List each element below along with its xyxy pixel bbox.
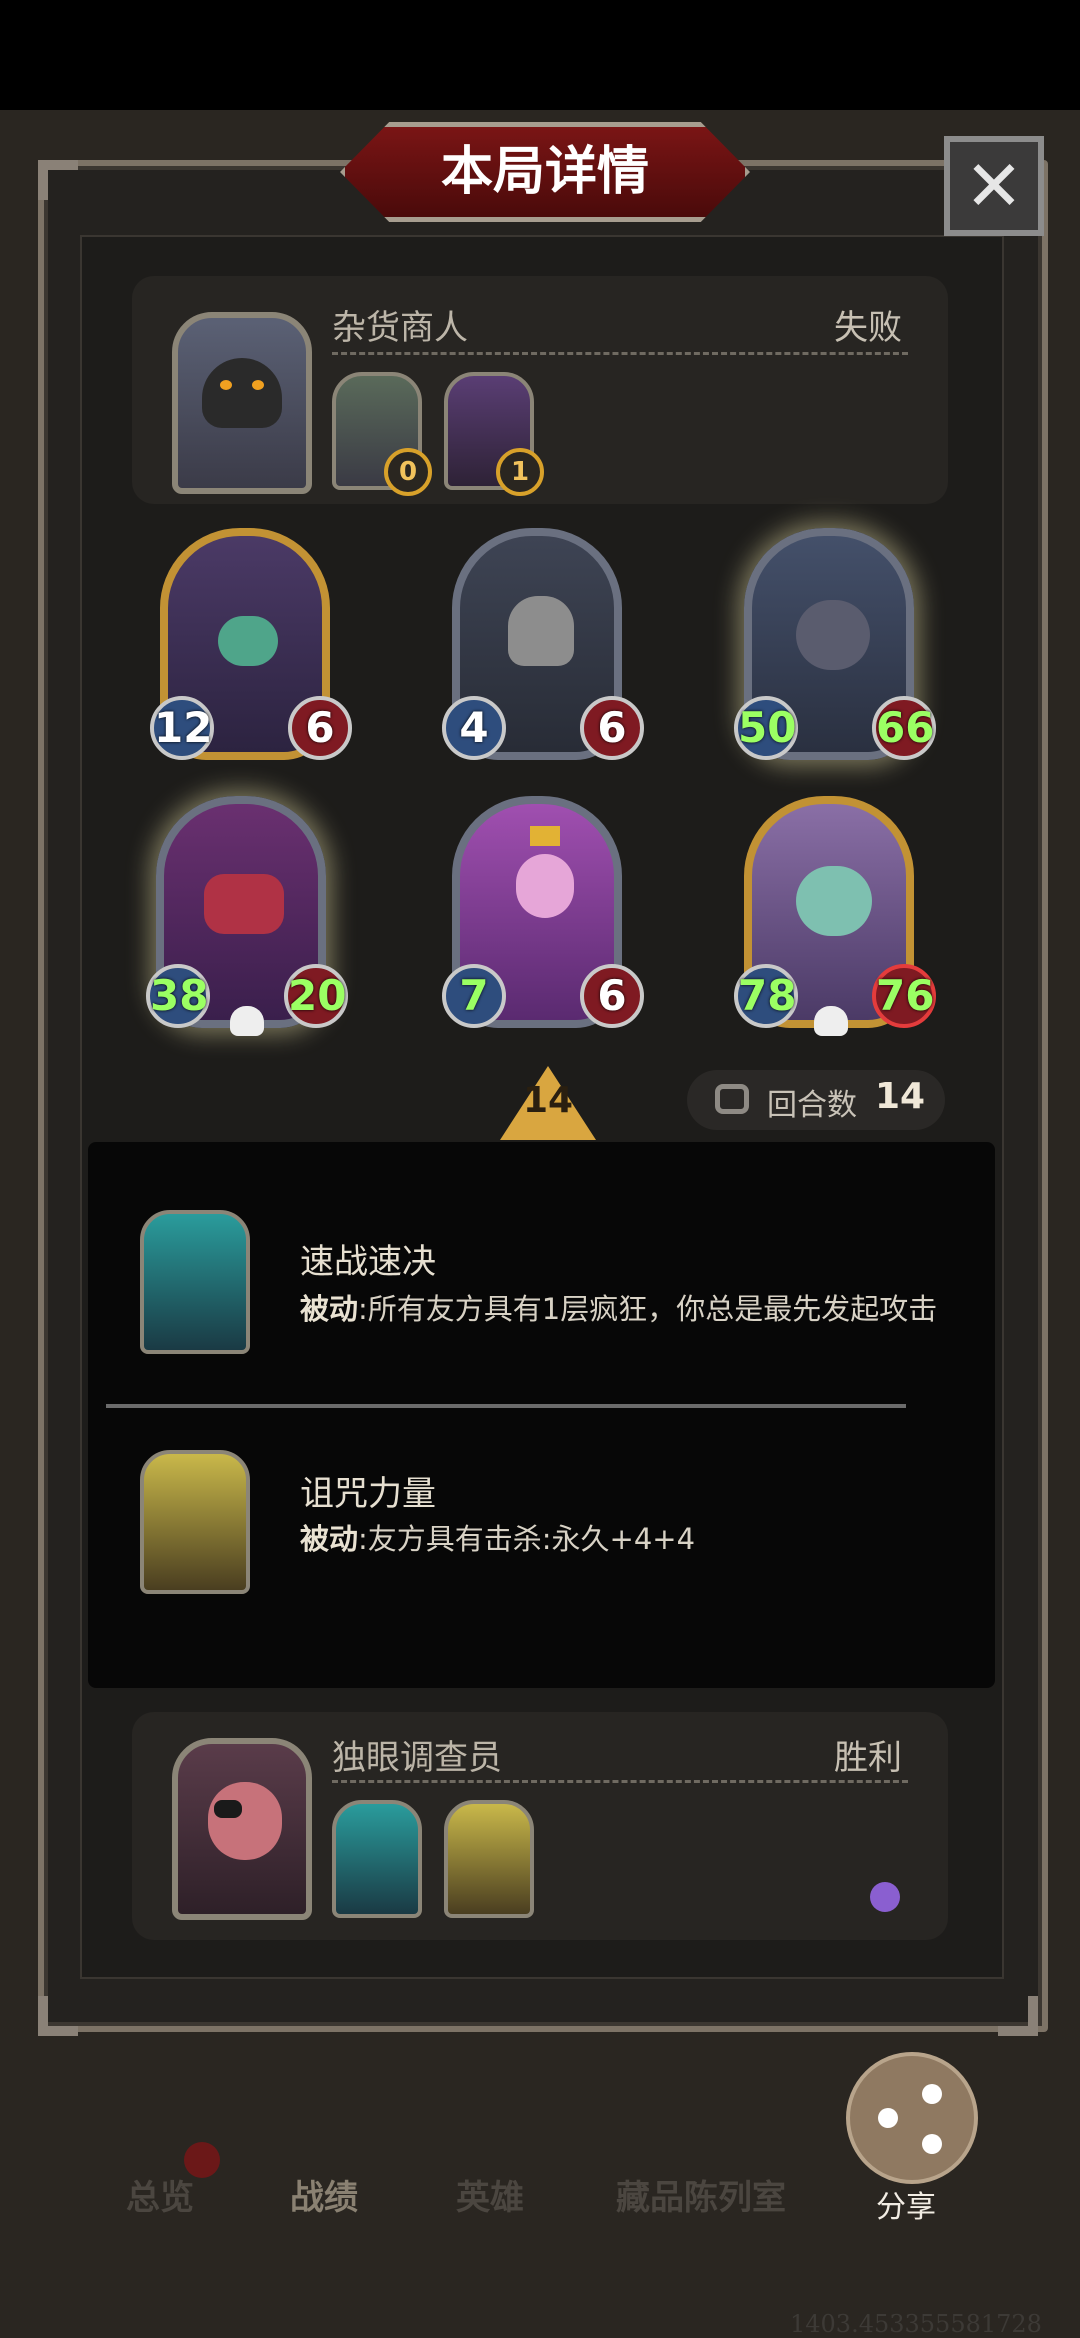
queen-icon (516, 854, 574, 918)
attack-stat: 50 (734, 696, 798, 760)
skill-slot-speed[interactable] (332, 1800, 422, 1918)
share-icon-node (922, 2084, 942, 2104)
cat-icon (202, 358, 282, 428)
rounds-counter: 回合数 14 (687, 1070, 945, 1130)
share-button[interactable] (846, 2052, 978, 2184)
share-label: 分享 (876, 2190, 936, 2225)
share-icon (878, 2108, 898, 2128)
level-value: 14 (522, 1080, 574, 1121)
skill-tooltip: 速战速决 被动:所有友方具有1层疯狂，你总是最先发起攻击 诅咒力量 被动:友方具… (88, 1142, 995, 1688)
skill-description: 被动:友方具有击杀:永久+4+4 (300, 1516, 1000, 1563)
skill-icon-curse (140, 1450, 250, 1594)
health-stat: 20 (284, 964, 348, 1028)
attack-value: 78 (738, 971, 797, 1020)
skill-tag: 被动 (300, 1522, 359, 1556)
rat-icon (796, 600, 870, 670)
player-name: 独眼调查员 (332, 1738, 502, 1778)
donkey-icon (508, 596, 574, 666)
attack-value: 38 (150, 971, 209, 1020)
divider (106, 1404, 906, 1408)
nav-overview[interactable]: 总览 (126, 2170, 194, 2219)
eyepatch-icon (214, 1800, 242, 1818)
fish-beast-icon (796, 866, 872, 936)
attack-value: 7 (459, 971, 489, 1020)
attack-stat: 38 (146, 964, 210, 1028)
health-stat: 66 (872, 696, 936, 760)
frog-icon (218, 616, 278, 666)
nav-hero[interactable]: 英雄 (456, 2170, 524, 2219)
skill-desc-text: :友方具有击杀:永久+4+4 (358, 1522, 696, 1556)
attack-stat: 7 (442, 964, 506, 1028)
trophy-icon (870, 1882, 900, 1912)
item-count-badge: 0 (384, 448, 432, 496)
player-avatar[interactable] (172, 1738, 312, 1920)
health-value: 66 (876, 703, 935, 752)
attack-value: 50 (738, 703, 797, 752)
skill-tag: 被动 (300, 1292, 359, 1326)
health-stat: 76 (872, 964, 936, 1028)
close-button[interactable]: ✕ (944, 136, 1044, 236)
crown-icon (530, 826, 560, 846)
skill-icon-speed (140, 1210, 250, 1354)
nav-collection[interactable]: 藏品陈列室 (616, 2170, 786, 2219)
opponent-avatar[interactable] (172, 312, 312, 494)
eye-icon (252, 380, 264, 390)
health-stat: 6 (580, 964, 644, 1028)
player-result: 胜利 (834, 1738, 902, 1778)
rounds-value: 14 (875, 1076, 926, 1117)
opponent-result: 失败 (834, 308, 902, 348)
opponent-name: 杂货商人 (332, 308, 468, 348)
skull-icon (814, 1006, 848, 1036)
repeat-icon (715, 1084, 749, 1114)
divider (332, 1780, 908, 1783)
item-count-badge: 1 (496, 448, 544, 496)
skill-name: 诅咒力量 (300, 1474, 436, 1514)
health-value: 76 (876, 971, 935, 1020)
divider (332, 352, 908, 355)
health-stat: 6 (580, 696, 644, 760)
health-stat: 6 (288, 696, 352, 760)
cannon-icon (204, 874, 284, 934)
attack-stat: 12 (150, 696, 214, 760)
rounds-label: 回合数 (767, 1088, 857, 1123)
footer-number: 1403.453355581728 (790, 2310, 1042, 2338)
skill-desc-text: :所有友方具有1层疯狂，你总是最先发起攻击 (358, 1292, 938, 1326)
page-title: 本局详情 (440, 142, 649, 202)
skill-description: 被动:所有友方具有1层疯狂，你总是最先发起攻击 (300, 1286, 1000, 1333)
nav-record[interactable]: 战绩 (290, 2170, 358, 2219)
skill-name: 速战速决 (300, 1242, 436, 1282)
pig-icon (208, 1782, 282, 1860)
eye-icon (220, 380, 232, 390)
attack-stat: 4 (442, 696, 506, 760)
skill-slot-curse[interactable] (444, 1800, 534, 1918)
share-icon-node (922, 2134, 942, 2154)
attack-stat: 78 (734, 964, 798, 1028)
close-icon: ✕ (964, 145, 1024, 227)
skull-icon (230, 1006, 264, 1036)
health-value: 20 (288, 971, 347, 1020)
